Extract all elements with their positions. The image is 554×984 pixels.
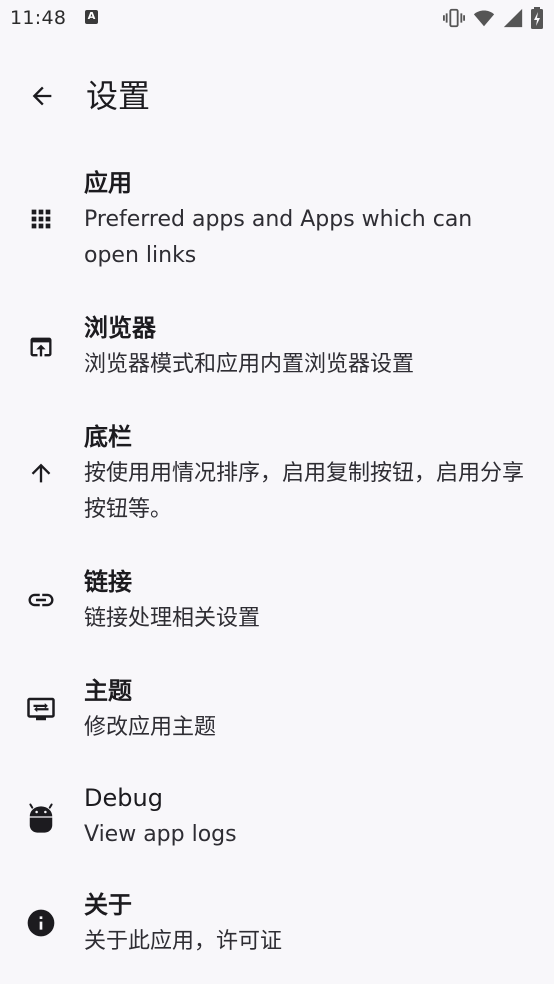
notification-icon: A: [85, 10, 98, 24]
apps-grid-icon: [18, 196, 64, 242]
open-in-browser-icon: [18, 324, 64, 370]
setting-item-theme[interactable]: 主题 修改应用主题: [0, 674, 554, 754]
vibrate-icon: [442, 7, 466, 29]
setting-title: 浏览器: [84, 314, 156, 342]
battery-charging-icon: [530, 6, 544, 30]
setting-title: 链接: [84, 568, 132, 596]
setting-title: 主题: [84, 677, 132, 705]
setting-item-browser[interactable]: 浏览器 浏览器模式和应用内置浏览器设置: [0, 311, 554, 391]
theme-icon: [18, 686, 64, 732]
setting-summary: View app logs: [84, 822, 237, 847]
back-button[interactable]: [18, 72, 66, 120]
setting-summary: Preferred apps and Apps which can open l…: [84, 207, 473, 268]
setting-title: 底栏: [84, 423, 132, 451]
setting-item-bottom-bar[interactable]: 底栏 按使用用情况排序，启用复制按钮，启用分享按钮等。: [0, 420, 554, 530]
link-icon: [18, 577, 64, 623]
setting-item-apps[interactable]: 应用 Preferred apps and Apps which can ope…: [0, 166, 554, 276]
setting-summary: 修改应用主题: [84, 715, 217, 740]
setting-item-debug[interactable]: Debug View app logs: [0, 781, 554, 861]
setting-title: 应用: [84, 169, 132, 197]
setting-summary: 链接处理相关设置: [84, 606, 261, 631]
setting-title: 关于: [84, 891, 132, 919]
status-time: 11:48: [10, 7, 67, 29]
signal-icon: [502, 7, 524, 29]
status-bar: 11:48 A: [0, 0, 554, 38]
setting-item-about[interactable]: 关于 关于此应用，许可证: [0, 888, 554, 968]
setting-title: Debug: [84, 784, 163, 812]
status-icons: [442, 6, 544, 30]
setting-summary: 浏览器模式和应用内置浏览器设置: [84, 352, 415, 377]
setting-summary: 关于此应用，许可证: [84, 929, 283, 954]
top-app-bar: 设置: [0, 60, 554, 132]
info-icon: [18, 900, 64, 946]
page-title: 设置: [86, 77, 151, 115]
wifi-icon: [472, 7, 496, 29]
setting-item-links[interactable]: 链接 链接处理相关设置: [0, 565, 554, 645]
arrow-back-icon: [32, 86, 52, 106]
android-icon: [18, 794, 64, 840]
arrow-upward-icon: [18, 450, 64, 496]
setting-summary: 按使用用情况排序，启用复制按钮，启用分享按钮等。: [84, 461, 525, 522]
